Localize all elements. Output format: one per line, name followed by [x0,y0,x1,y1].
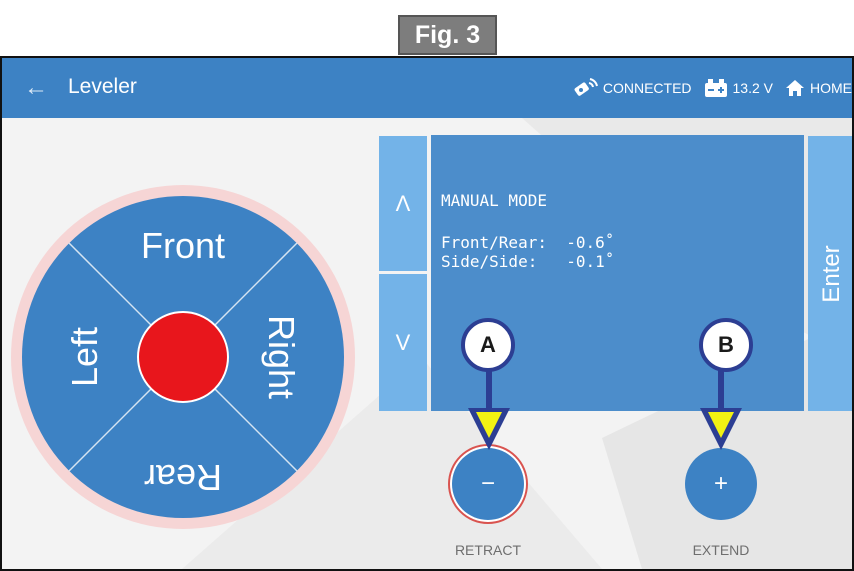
connection-icon [574,78,598,96]
side-side-row: Side/Side: -0.1˚ [441,252,614,271]
app-screen: ← Leveler CONNECTED 13.2 V HOME Front Re… [0,56,854,571]
callout-b: B [699,318,755,378]
front-rear-value: -0.6˚ [566,233,615,252]
battery-icon [704,79,727,97]
battery-voltage-text: 13.2 V [732,80,773,96]
home-label: HOME [810,80,852,96]
callout-a: A [461,318,517,378]
home-button[interactable]: HOME [785,79,852,97]
up-button[interactable]: Λ [379,136,427,271]
retract-button[interactable]: − [452,448,524,520]
up-chevron-icon: Λ [395,190,411,216]
extend-button[interactable]: + [685,448,757,520]
down-chevron-icon: V [395,329,411,355]
side-side-label: Side/Side: [441,252,538,271]
status-area: CONNECTED 13.2 V HOME [560,58,852,118]
dial-left-label: Left [64,327,105,387]
extend-label: EXTEND [692,542,750,558]
minus-icon: − [480,470,495,497]
retract-label: RETRACT [454,542,522,558]
side-side-value: -0.1˚ [566,252,615,271]
enter-button[interactable]: Enter [808,136,852,411]
app-title: Leveler [68,75,137,98]
mode-text: MANUAL MODE [441,191,547,210]
plus-icon: + [713,470,728,497]
front-rear-label: Front/Rear: [441,233,547,252]
callout-a-badge: A [461,318,515,372]
back-arrow-icon[interactable]: ← [24,74,48,102]
connection-status: CONNECTED [572,77,692,99]
home-icon [786,80,804,96]
app-bar: ← Leveler CONNECTED 13.2 V HOME [2,58,852,118]
direction-dial: Front Rear Left Right [11,185,355,529]
callout-b-badge: B [699,318,753,372]
enter-label: Enter [818,244,845,303]
dial-rear-label: Rear [144,457,222,498]
down-button[interactable]: V [379,274,427,411]
connection-status-text: CONNECTED [602,80,692,96]
dial-front-label: Front [141,225,225,266]
figure-label: Fig. 3 [398,15,497,55]
front-rear-row: Front/Rear: -0.6˚ [441,233,614,252]
battery-status: 13.2 V [704,78,773,98]
dial-right-label: Right [261,315,302,399]
dial-center-button[interactable] [137,311,229,403]
